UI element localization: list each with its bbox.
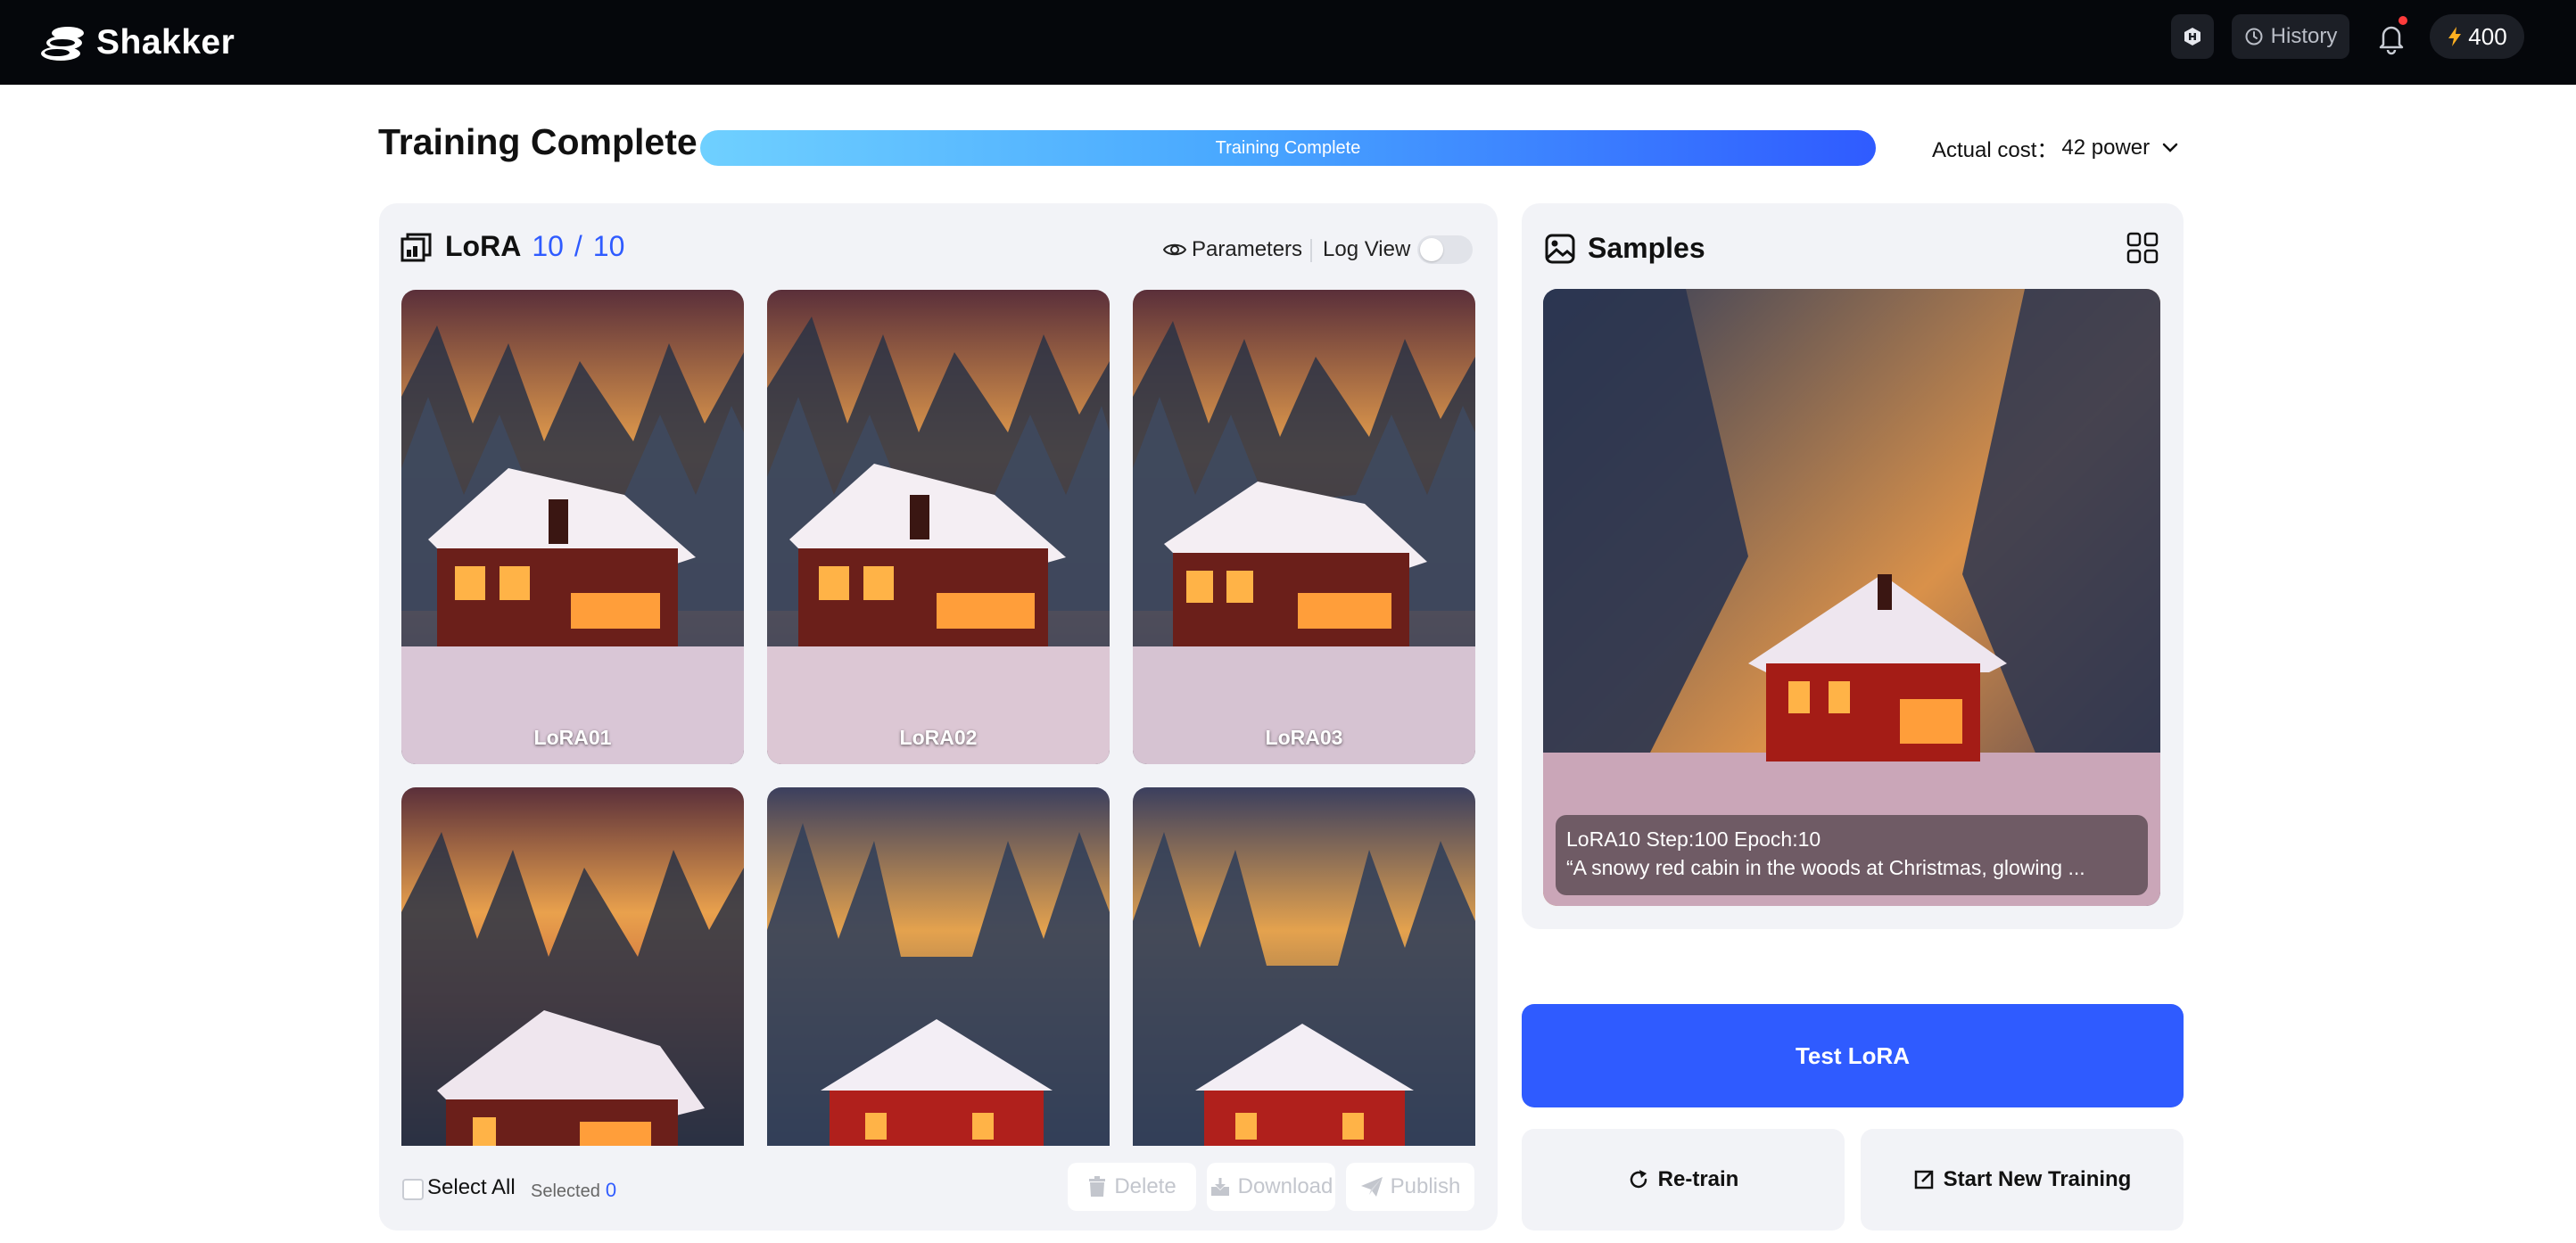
start-new-training-label: Start New Training — [1943, 1167, 2132, 1191]
lora-panel-header: LoRA 10 / 10 — [400, 230, 624, 263]
sample-caption-meta: LoRA10 Step:100 Epoch:10 — [1566, 827, 1821, 851]
selected-count: 0 — [605, 1179, 617, 1201]
download-button[interactable]: Download — [1207, 1163, 1335, 1211]
power-balance-button[interactable]: 400 — [2430, 14, 2524, 59]
retrain-button[interactable]: Re-train — [1522, 1129, 1845, 1231]
progress-label: Training Complete — [1215, 137, 1361, 158]
toggle-knob — [1420, 238, 1443, 261]
lora-model-icon — [400, 233, 432, 261]
parameters-label: Parameters — [1192, 237, 1303, 261]
log-view-toggle[interactable] — [1417, 235, 1473, 264]
test-lora-button[interactable]: Test LoRA — [1522, 1004, 2184, 1107]
history-button[interactable]: History — [2232, 14, 2349, 59]
samples-title: Samples — [1588, 232, 1705, 264]
selected-label: Selected — [531, 1181, 600, 1201]
lora-thumbnail-image — [767, 787, 1110, 1146]
sample-caption-prompt: “A snowy red cabin in the woods at Chris… — [1566, 856, 2085, 879]
download-label: Download — [1237, 1174, 1333, 1198]
lora-card[interactable]: LoRA01 — [401, 290, 744, 764]
select-all-checkbox[interactable] — [402, 1179, 424, 1200]
lora-card-label: LoRA03 — [1265, 726, 1343, 749]
image-icon — [1545, 234, 1575, 263]
start-new-training-button[interactable]: Start New Training — [1861, 1129, 2184, 1231]
header-divider — [1310, 239, 1312, 262]
lora-count-done: 10 — [532, 230, 564, 262]
lora-card[interactable] — [401, 787, 744, 1146]
lora-thumbnail-image — [401, 787, 744, 1146]
brand-name: Shakker — [96, 23, 235, 62]
lora-thumbnail-image — [401, 290, 744, 764]
notification-dot — [2398, 16, 2407, 25]
lora-panel: LoRA 10 / 10 Parameters Log View LoRA01 … — [379, 203, 1498, 1231]
download-icon — [1210, 1178, 1229, 1196]
lora-card[interactable]: LoRA03 — [1133, 290, 1475, 764]
lora-count-total: 10 — [592, 230, 625, 262]
parameters-button[interactable]: Parameters — [1163, 237, 1302, 262]
samples-panel: Samples LoRA10 Step:100 Epoch:10 “A snow… — [1522, 203, 2184, 929]
send-icon — [1360, 1177, 1383, 1197]
shakker-logo-icon — [41, 27, 84, 61]
selected-counter: Selected 0 — [531, 1179, 616, 1202]
lora-card-label: LoRA02 — [899, 726, 978, 749]
publish-label: Publish — [1390, 1174, 1461, 1198]
top-bar: Shakker History 400 — [0, 0, 2576, 85]
refresh-icon — [1630, 1170, 1647, 1189]
samples-header: Samples — [1545, 232, 1705, 265]
delete-button[interactable]: Delete — [1068, 1163, 1196, 1211]
select-all-label[interactable]: Select All — [427, 1175, 516, 1200]
lora-count-separator: / — [574, 230, 582, 262]
sample-preview-image — [1543, 289, 2160, 906]
actual-cost-dropdown[interactable]: Actual cost： 42 power — [1932, 132, 2178, 163]
hexagon-logo-icon — [2184, 28, 2200, 45]
publish-button[interactable]: Publish — [1346, 1163, 1474, 1211]
history-clock-icon — [2245, 28, 2263, 45]
log-view-label: Log View — [1323, 237, 1411, 261]
lora-panel-footer: Select All Selected 0 Delete Download Pu… — [379, 1145, 1498, 1231]
brand-logo[interactable]: Shakker — [37, 16, 235, 70]
lora-card[interactable] — [767, 787, 1110, 1146]
lora-thumbnail-image — [1133, 290, 1475, 764]
lora-card[interactable] — [1133, 787, 1475, 1146]
grid-view-icon[interactable] — [2126, 232, 2159, 264]
lora-card-label: LoRA01 — [533, 726, 612, 749]
app-switch-button[interactable] — [2171, 14, 2214, 59]
history-label: History — [2270, 24, 2338, 48]
sample-preview[interactable]: LoRA10 Step:100 Epoch:10 “A snowy red ca… — [1543, 289, 2160, 906]
sample-caption: LoRA10 Step:100 Epoch:10 “A snowy red ca… — [1556, 815, 2148, 895]
chevron-down-icon — [2162, 143, 2178, 152]
lora-thumbnail-image — [1133, 787, 1475, 1146]
retrain-label: Re-train — [1657, 1167, 1739, 1191]
lora-card[interactable]: LoRA02 — [767, 290, 1110, 764]
lora-thumbnail-image — [767, 290, 1110, 764]
cost-value: 42 power — [2061, 135, 2151, 160]
page-title: Training Complete — [378, 121, 698, 162]
lora-title: LoRA — [445, 230, 522, 262]
training-progress-bar: Training Complete — [700, 130, 1876, 166]
new-training-icon — [1914, 1170, 1933, 1189]
lightning-icon — [2448, 27, 2462, 46]
trash-icon — [1089, 1176, 1106, 1197]
delete-label: Delete — [1114, 1174, 1177, 1198]
power-balance-value: 400 — [2468, 22, 2507, 50]
eye-icon — [1163, 243, 1186, 256]
cost-label: Actual cost： — [1932, 138, 2059, 162]
